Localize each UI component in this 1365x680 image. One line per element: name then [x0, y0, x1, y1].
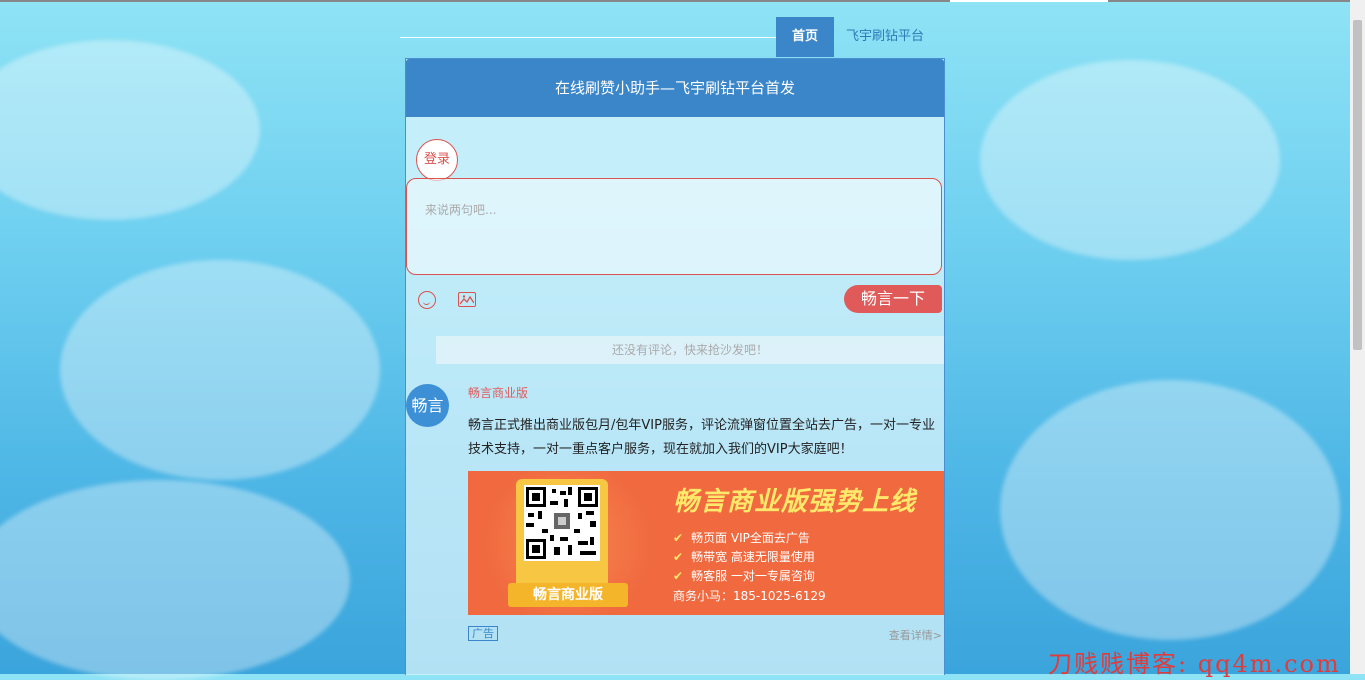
- background-cloud: [0, 480, 350, 680]
- check-icon: ✔: [673, 550, 684, 564]
- qr-code-icon: [524, 485, 600, 561]
- banner-feature: ✔ 畅页面 VIP全面去广告: [673, 531, 810, 545]
- top-nav: 首页 飞宇刷钻平台: [400, 17, 945, 57]
- nav-tab-home[interactable]: 首页: [776, 17, 834, 57]
- avatar[interactable]: 畅言: [406, 384, 449, 427]
- ad-details-link[interactable]: 查看详情>: [889, 627, 942, 643]
- ad-text: 畅言正式推出商业版包月/包年VIP服务，评论流弹窗位置全站去广告，一对一专业技术…: [468, 418, 935, 457]
- panel-title: 在线刷赞小助手—飞宇刷钻平台首发: [406, 59, 944, 117]
- emoji-icon[interactable]: [418, 291, 436, 309]
- image-upload-icon[interactable]: [458, 292, 476, 307]
- check-icon: ✔: [673, 531, 684, 545]
- top-progress-bar: [0, 0, 1365, 2]
- login-button[interactable]: 登录: [416, 139, 458, 181]
- ad-author[interactable]: 畅言商业版: [468, 384, 528, 401]
- check-icon: ✔: [673, 569, 684, 583]
- background-cloud: [60, 260, 380, 480]
- background-cloud: [0, 40, 260, 220]
- ad-banner[interactable]: 畅言商业版 畅言商业版强势上线 ✔ 畅页面 VIP全面去广告 ✔ 畅带宽 高速无限量…: [468, 471, 944, 615]
- comment-panel: 在线刷赞小助手—飞宇刷钻平台首发 登录 来说两句吧... 畅言一下 还没有评论，…: [405, 58, 945, 675]
- background-cloud: [980, 60, 1280, 260]
- ad-tag: 广告: [468, 626, 498, 641]
- banner-feature: ✔ 畅带宽 高速无限量使用: [673, 550, 815, 564]
- banner-contact: 商务小马：185-1025-6129: [673, 589, 826, 603]
- banner-title: 畅言商业版强势上线: [673, 487, 917, 517]
- qr-label: 畅言商业版: [508, 583, 628, 607]
- banner-feature: ✔ 畅客服 一对一专属咨询: [673, 569, 815, 583]
- comment-input[interactable]: 来说两句吧...: [406, 178, 942, 275]
- background-cloud: [1000, 380, 1340, 640]
- nav-divider: [400, 37, 776, 38]
- send-comment-button[interactable]: 畅言一下: [844, 285, 942, 313]
- scrollbar-thumb[interactable]: [1353, 20, 1362, 350]
- empty-comments-notice: 还没有评论，快来抢沙发吧！: [436, 336, 944, 364]
- comment-placeholder: 来说两句吧...: [425, 203, 497, 217]
- nav-tab-platform[interactable]: 飞宇刷钻平台: [846, 17, 924, 57]
- scrollbar[interactable]: [1350, 0, 1365, 674]
